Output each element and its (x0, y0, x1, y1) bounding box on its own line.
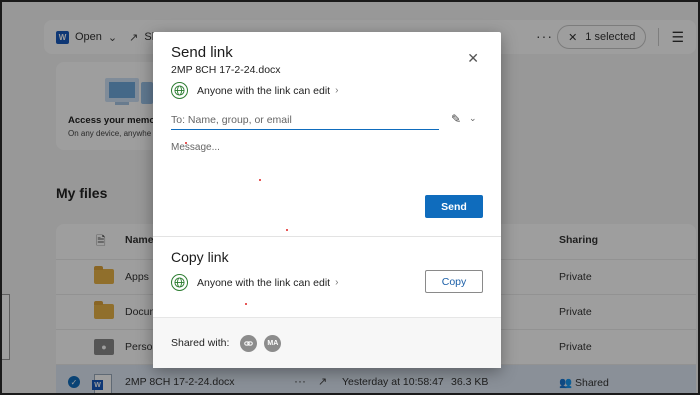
pencil-icon[interactable]: ✎ (451, 112, 461, 126)
shared-with-label: Shared with: (171, 337, 230, 349)
message-field[interactable] (171, 142, 481, 188)
send-link-dialog: Send link 2MP 8CH 17-2-24.docx ✕ Anyone … (153, 32, 501, 368)
send-button[interactable]: Send (425, 195, 483, 218)
speck (245, 303, 247, 305)
globe-icon (171, 274, 188, 291)
speck (259, 179, 261, 181)
chevron-right-icon: › (335, 85, 339, 96)
copy-link-settings-button[interactable]: Anyone with the link can edit › (171, 274, 338, 291)
permission-label: Anyone with the link can edit (197, 84, 331, 97)
chevron-right-icon: › (335, 277, 339, 288)
section-divider (153, 236, 501, 237)
chevron-down-icon[interactable]: ⌄ (469, 113, 477, 124)
speck (286, 229, 288, 231)
globe-icon (171, 82, 188, 99)
close-icon[interactable]: ✕ (467, 50, 479, 67)
avatar[interactable]: MA (264, 334, 282, 352)
link-avatar[interactable] (240, 334, 258, 352)
shared-with-bar: Shared with: MA (153, 317, 501, 368)
copy-link-title: Copy link (171, 249, 229, 265)
dialog-title: Send link (171, 44, 233, 61)
dialog-filename: 2MP 8CH 17-2-24.docx (171, 64, 281, 76)
link-settings-button[interactable]: Anyone with the link can edit › (171, 82, 338, 99)
speck (185, 142, 187, 144)
copy-button[interactable]: Copy (425, 270, 483, 293)
recipient-input[interactable] (171, 110, 439, 130)
link-icon (244, 340, 254, 346)
permission-label: Anyone with the link can edit (197, 276, 331, 289)
